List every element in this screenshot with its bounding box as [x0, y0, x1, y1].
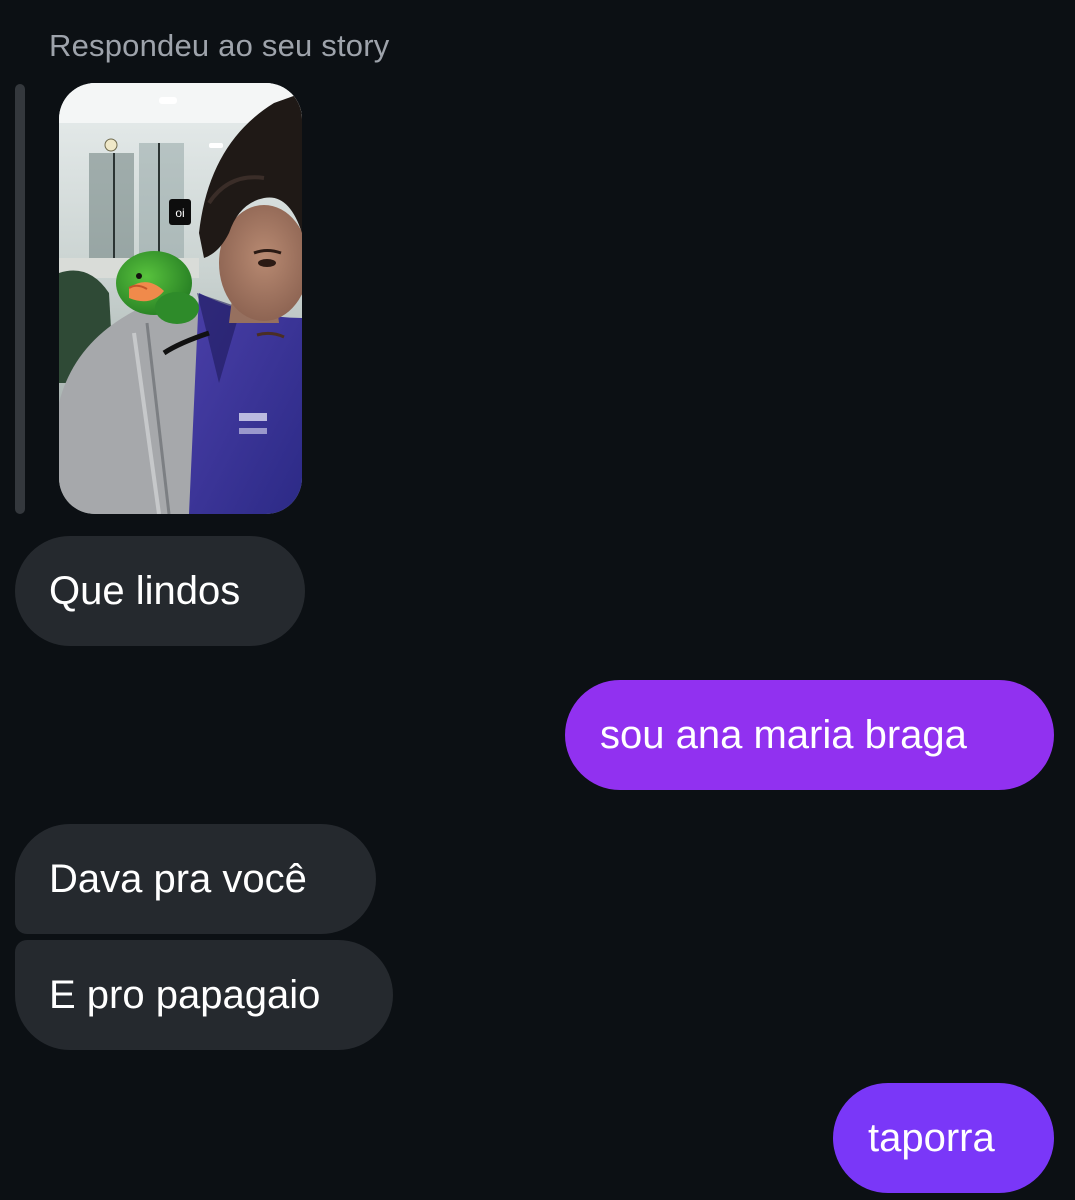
message-incoming[interactable]: Que lindos — [15, 536, 305, 646]
story-thumbnail[interactable]: oi — [59, 83, 302, 514]
message-incoming[interactable]: E pro papagaio — [15, 940, 393, 1050]
message-outgoing[interactable]: sou ana maria braga — [565, 680, 1054, 790]
message-text: taporra — [868, 1115, 995, 1160]
message-outgoing[interactable]: taporra — [833, 1083, 1054, 1193]
message-text: Que lindos — [49, 568, 241, 613]
story-photo-image: oi — [59, 83, 302, 514]
message-incoming[interactable]: Dava pra você — [15, 824, 376, 934]
reply-quote-bar — [15, 84, 25, 514]
message-text: E pro papagaio — [49, 972, 321, 1017]
message-text: Dava pra você — [49, 856, 307, 901]
story-reply-label: Respondeu ao seu story — [49, 28, 390, 63]
story-sticker-text: oi — [175, 206, 184, 220]
message-text: sou ana maria braga — [600, 712, 967, 757]
